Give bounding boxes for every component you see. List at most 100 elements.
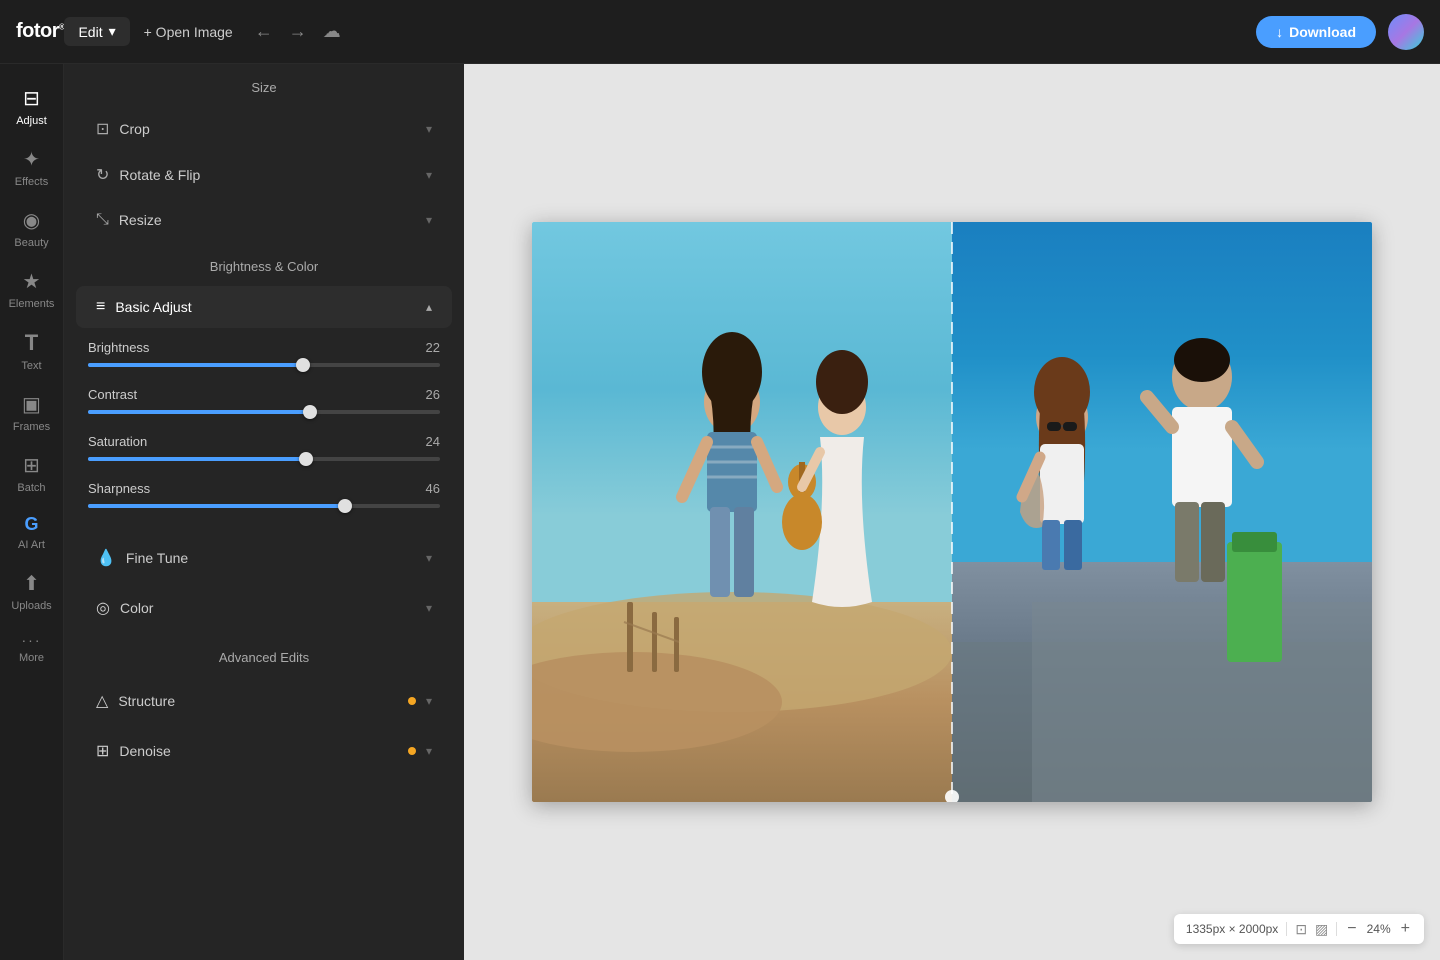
forward-button[interactable]: → xyxy=(281,15,315,48)
denoise-dot xyxy=(408,747,416,755)
frames-icon: ▣ xyxy=(22,392,41,417)
sidebar-item-label: Frames xyxy=(13,421,50,433)
rotate-flip-item[interactable]: ↻ Rotate & Flip ▾ xyxy=(76,153,452,197)
uploads-icon: ⬆ xyxy=(23,571,40,596)
more-icon: ··· xyxy=(22,632,42,648)
sidebar-item-label: More xyxy=(19,652,44,664)
sharpness-fill xyxy=(88,504,345,508)
beauty-icon: ◉ xyxy=(23,208,40,233)
chevron-up-icon: ▴ xyxy=(426,300,432,314)
sliders-icon: ≡ xyxy=(96,298,105,316)
sidebar-item-batch[interactable]: ⊞ Batch xyxy=(4,443,60,504)
back-button[interactable]: ← xyxy=(247,15,281,48)
sidebar-item-elements[interactable]: ★ Elements xyxy=(4,259,60,320)
sidebar-item-ai-art[interactable]: G AI Art xyxy=(4,504,60,561)
fine-tune-label: Fine Tune xyxy=(126,550,416,566)
brightness-color-title: Brightness & Color xyxy=(64,243,464,284)
sharpness-slider-row: Sharpness 46 xyxy=(88,481,440,508)
contrast-value: 26 xyxy=(426,387,440,402)
crop-icon: ⊡ xyxy=(96,119,109,139)
crop-label: Crop xyxy=(119,121,416,137)
structure-icon: △ xyxy=(96,691,108,711)
saturation-value: 24 xyxy=(426,434,440,449)
structure-label: Structure xyxy=(118,693,398,709)
saturation-label: Saturation xyxy=(88,434,147,449)
color-item[interactable]: ◎ Color ▾ xyxy=(76,584,452,632)
fit-icon[interactable]: ⊡ xyxy=(1295,921,1307,938)
logo: fotor® xyxy=(16,20,64,43)
chevron-down-icon: ▾ xyxy=(426,213,432,227)
basic-adjust-header[interactable]: ≡ Basic Adjust ▴ xyxy=(76,286,452,328)
ai-art-icon: G xyxy=(24,514,38,535)
effects-icon: ✦ xyxy=(23,147,40,172)
contrast-fill xyxy=(88,410,310,414)
sidebar-item-adjust[interactable]: ⊟ Adjust xyxy=(4,76,60,137)
avatar[interactable] xyxy=(1388,14,1424,50)
zoom-in-button[interactable]: + xyxy=(1399,920,1412,938)
zoom-level: 24% xyxy=(1367,922,1391,936)
denoise-icon: ⊞ xyxy=(96,741,109,761)
status-divider-2 xyxy=(1336,922,1337,936)
contrast-label: Contrast xyxy=(88,387,137,402)
sidebar-item-beauty[interactable]: ◉ Beauty xyxy=(4,198,60,259)
sliders-section: Brightness 22 Contrast 26 xyxy=(64,330,464,532)
brightness-slider-row: Brightness 22 xyxy=(88,340,440,367)
edit-button[interactable]: Edit ▾ xyxy=(64,17,129,46)
open-image-button[interactable]: + Open Image xyxy=(130,18,247,46)
chevron-down-icon: ▾ xyxy=(426,744,432,758)
brightness-fill xyxy=(88,363,303,367)
denoise-label: Denoise xyxy=(119,743,398,759)
main: ⊟ Adjust ✦ Effects ◉ Beauty ★ Elements T… xyxy=(0,64,1440,960)
image-container xyxy=(532,222,1372,802)
contrast-thumb[interactable] xyxy=(303,405,317,419)
fine-tune-item[interactable]: 💧 Fine Tune ▾ xyxy=(76,534,452,582)
sidebar-item-label: Text xyxy=(21,360,41,372)
sidebar-item-more[interactable]: ··· More xyxy=(4,622,60,674)
resize-item[interactable]: ⤡ Resize ▾ xyxy=(76,199,452,241)
chevron-down-icon: ▾ xyxy=(426,168,432,182)
topbar: fotor® Edit ▾ + Open Image ← → ☁ ↓ Downl… xyxy=(0,0,1440,64)
sidebar-item-text[interactable]: T Text xyxy=(4,320,60,382)
cloud-save-button[interactable]: ☁ xyxy=(315,15,349,48)
sharpness-thumb[interactable] xyxy=(338,499,352,513)
contrast-track[interactable] xyxy=(88,410,440,414)
contrast-slider-row: Contrast 26 xyxy=(88,387,440,414)
sidebar-item-frames[interactable]: ▣ Frames xyxy=(4,382,60,443)
download-button[interactable]: ↓ Download xyxy=(1256,16,1376,48)
sharpness-label: Sharpness xyxy=(88,481,150,496)
denoise-item[interactable]: ⊞ Denoise ▾ xyxy=(76,727,452,775)
sidebar-item-label: Uploads xyxy=(11,600,51,612)
sidebar-item-effects[interactable]: ✦ Effects xyxy=(4,137,60,198)
left-sidebar: ⊟ Adjust ✦ Effects ◉ Beauty ★ Elements T… xyxy=(0,64,64,960)
chevron-down-icon: ▾ xyxy=(426,601,432,615)
download-icon: ↓ xyxy=(1276,24,1283,40)
brightness-value: 22 xyxy=(426,340,440,355)
compare-icon[interactable]: ▨ xyxy=(1315,921,1328,938)
brightness-label: Brightness xyxy=(88,340,149,355)
rotate-flip-label: Rotate & Flip xyxy=(119,167,416,183)
brightness-track[interactable] xyxy=(88,363,440,367)
saturation-slider-row: Saturation 24 xyxy=(88,434,440,461)
zoom-out-button[interactable]: − xyxy=(1345,920,1358,938)
image-size: 1335px × 2000px xyxy=(1186,922,1278,936)
sidebar-item-label: Beauty xyxy=(14,237,48,249)
status-divider-1 xyxy=(1286,922,1287,936)
saturation-thumb[interactable] xyxy=(299,452,313,466)
chevron-down-icon: ▾ xyxy=(426,122,432,136)
brightness-thumb[interactable] xyxy=(296,358,310,372)
elements-icon: ★ xyxy=(23,269,41,294)
structure-item[interactable]: △ Structure ▾ xyxy=(76,677,452,725)
advanced-edits-title: Advanced Edits xyxy=(64,634,464,675)
canvas-image[interactable] xyxy=(532,222,1372,802)
saturation-track[interactable] xyxy=(88,457,440,461)
status-bar: 1335px × 2000px ⊡ ▨ − 24% + xyxy=(1174,914,1424,944)
sidebar-item-uploads[interactable]: ⬆ Uploads xyxy=(4,561,60,622)
chevron-down-icon: ▾ xyxy=(426,551,432,565)
canvas-area: 1335px × 2000px ⊡ ▨ − 24% + xyxy=(464,64,1440,960)
resize-label: Resize xyxy=(119,212,416,228)
crop-item[interactable]: ⊡ Crop ▾ xyxy=(76,107,452,151)
sidebar-item-label: Adjust xyxy=(16,115,47,127)
adjust-icon: ⊟ xyxy=(23,86,40,111)
saturation-fill xyxy=(88,457,306,461)
sharpness-track[interactable] xyxy=(88,504,440,508)
